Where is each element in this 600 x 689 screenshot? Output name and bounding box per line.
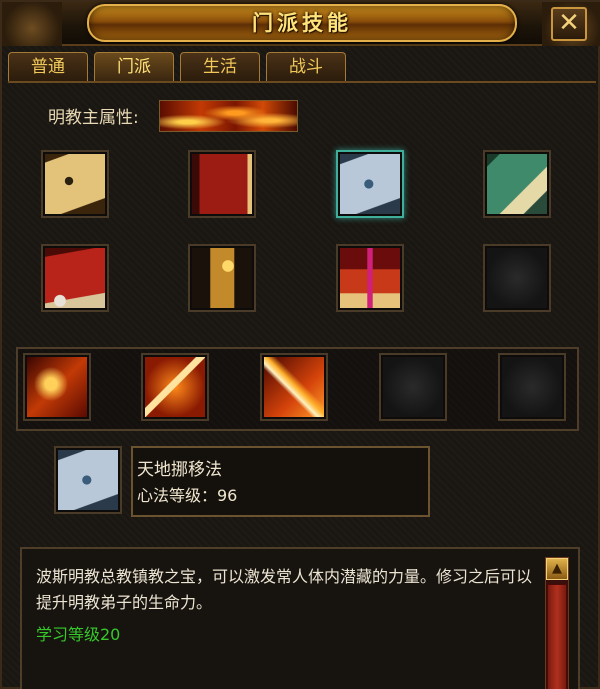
tab-sect[interactable]: 门派 <box>94 52 174 82</box>
empty-skill-slot[interactable] <box>483 244 551 312</box>
window-title: 门派技能 <box>252 11 352 35</box>
tab-divider <box>8 81 596 83</box>
blue-scroll-icon <box>58 450 118 510</box>
fire-sword-icon <box>145 357 205 417</box>
gold-scroll-icon <box>45 154 105 214</box>
tab-life[interactable]: 生活 <box>180 52 260 82</box>
empty-slot-icon <box>502 357 562 417</box>
skill-slot[interactable] <box>188 150 256 218</box>
scrollbar-thumb[interactable] <box>547 584 567 689</box>
attribute-label: 明教主属性: <box>48 108 139 128</box>
skill-window: 门派技能 ✕ 普通 门派 生活 战斗 明教主属性: 天地挪移法 心法等级：96 … <box>0 0 600 689</box>
skill-description: 波斯明教总教镇教之宝，可以激发常人体内潜藏的力量。修习之后可以提升明教弟子的生命… <box>36 567 533 612</box>
scroll-up-arrow-icon[interactable]: ▲ <box>546 558 568 580</box>
skill-slot[interactable] <box>41 150 109 218</box>
teal-book-icon <box>487 154 547 214</box>
red-scroll-skull-icon <box>45 248 105 308</box>
selected-skill-icon-slot[interactable] <box>54 446 122 514</box>
skill-slot[interactable] <box>188 244 256 312</box>
tab-combat[interactable]: 战斗 <box>266 52 346 82</box>
empty-slot-icon <box>383 357 443 417</box>
skill-bar-slot[interactable] <box>260 353 328 421</box>
empty-skill-bar-slot[interactable] <box>498 353 566 421</box>
corner-ornament-icon <box>2 2 62 46</box>
red-book-icon <box>192 154 252 214</box>
gold-tablet-icon <box>192 248 252 308</box>
title-bar: 门派技能 ✕ <box>2 2 600 46</box>
learn-level-requirement: 学习等级20 <box>36 625 121 644</box>
fire-face-icon <box>27 357 87 417</box>
blue-scroll-icon <box>340 154 400 214</box>
fire-attribute-icon <box>159 100 298 132</box>
tab-normal[interactable]: 普通 <box>8 52 88 82</box>
skill-slot-selected[interactable] <box>336 150 404 218</box>
skill-slot[interactable] <box>483 150 551 218</box>
gift-box-icon <box>340 248 400 308</box>
skill-name: 天地挪移法 <box>137 460 222 480</box>
skill-level: 心法等级：96 <box>137 486 238 505</box>
fire-slash-icon <box>264 357 324 417</box>
skill-bar-slot[interactable] <box>23 353 91 421</box>
empty-skill-bar-slot[interactable] <box>379 353 447 421</box>
skill-slot[interactable] <box>336 244 404 312</box>
empty-slot-icon <box>487 248 547 308</box>
skill-bar-slot[interactable] <box>141 353 209 421</box>
skill-slot[interactable] <box>41 244 109 312</box>
close-button[interactable]: ✕ <box>551 7 587 41</box>
